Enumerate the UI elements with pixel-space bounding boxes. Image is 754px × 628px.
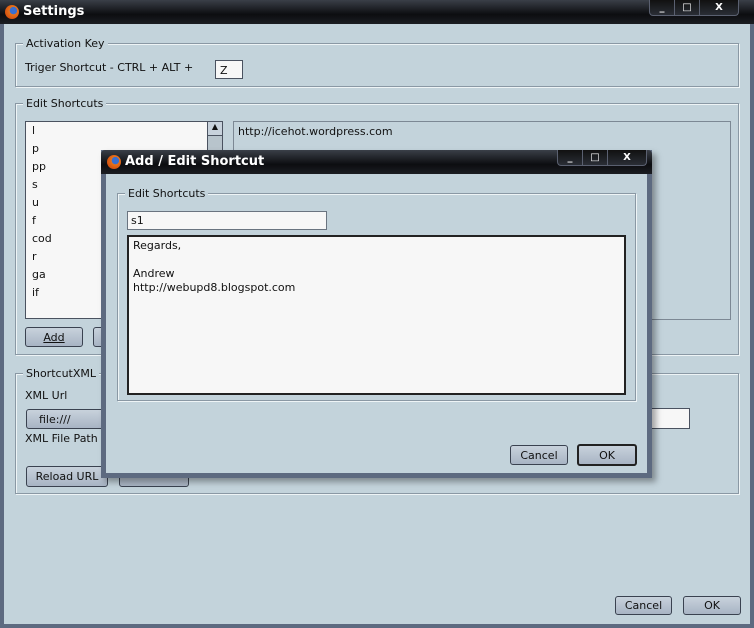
firefox-icon	[5, 5, 19, 19]
firefox-icon	[107, 155, 121, 169]
cancel-button[interactable]: Cancel	[615, 596, 672, 615]
group-legend: Activation Key	[23, 37, 108, 50]
list-item[interactable]: pp	[32, 160, 46, 173]
settings-titlebar[interactable]: Settings _ □ X	[0, 0, 754, 24]
reload-url-button[interactable]: Reload URL	[26, 466, 108, 487]
scroll-up-arrow-icon[interactable]: ▲	[208, 122, 222, 136]
shortcut-text-area[interactable]: Regards, Andrew http://webupd8.blogspot.…	[127, 235, 626, 395]
list-item[interactable]: u	[32, 196, 39, 209]
dialog-maximize-button[interactable]: □	[583, 150, 608, 165]
dialog-close-button[interactable]: X	[608, 150, 646, 165]
list-item[interactable]: if	[32, 286, 39, 299]
window-title: Settings	[23, 4, 85, 19]
group-legend: Edit Shortcuts	[23, 97, 107, 110]
trigger-label: Triger Shortcut - CTRL + ALT +	[25, 61, 194, 74]
dialog-ok-button[interactable]: OK	[577, 444, 637, 466]
dialog-client: Edit Shortcuts s1 Regards, Andrew http:/…	[106, 174, 647, 473]
list-item[interactable]: l	[32, 124, 35, 137]
list-item[interactable]: p	[32, 142, 39, 155]
dialog-edit-group: Edit Shortcuts s1 Regards, Andrew http:/…	[117, 187, 636, 401]
shortcut-name-input[interactable]: s1	[127, 211, 327, 230]
list-item[interactable]: ga	[32, 268, 46, 281]
add-edit-dialog: Add / Edit Shortcut _ □ X Edit Shortcuts…	[101, 150, 652, 478]
dialog-title: Add / Edit Shortcut	[125, 154, 265, 169]
add-button[interactable]: Add	[25, 327, 83, 347]
xml-url-label: XML Url	[25, 389, 68, 402]
ok-button[interactable]: OK	[683, 596, 741, 615]
close-button[interactable]: X	[700, 0, 738, 15]
group-legend: ShortcutXML	[23, 367, 100, 380]
group-legend: Edit Shortcuts	[125, 187, 209, 200]
list-item[interactable]: r	[32, 250, 37, 263]
list-item[interactable]: f	[32, 214, 36, 227]
dialog-minimize-button[interactable]: _	[558, 150, 583, 165]
xml-url-button[interactable]: file:///	[26, 409, 106, 429]
list-item[interactable]: cod	[32, 232, 52, 245]
minimize-button[interactable]: _	[650, 0, 675, 15]
xml-file-path-label: XML File Path	[25, 432, 98, 445]
maximize-button[interactable]: □	[675, 0, 700, 15]
dialog-cancel-button[interactable]: Cancel	[510, 445, 568, 465]
dialog-titlebar[interactable]: Add / Edit Shortcut _ □ X	[101, 150, 652, 174]
list-item[interactable]: s	[32, 178, 38, 191]
activation-key-group: Activation Key Triger Shortcut - CTRL + …	[15, 37, 739, 87]
shortcut-key-input[interactable]: Z	[215, 60, 243, 79]
